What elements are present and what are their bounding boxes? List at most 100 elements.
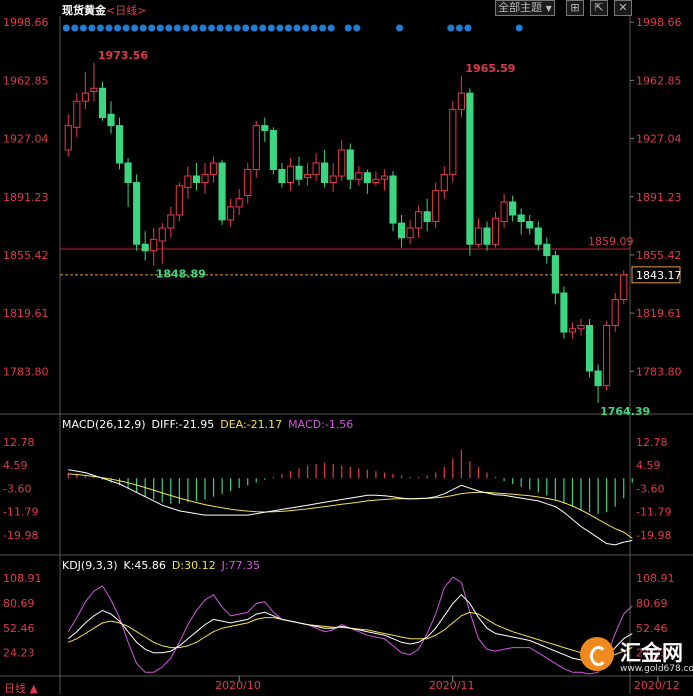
event-dot xyxy=(396,24,404,32)
macd-tick-left: -19.98 xyxy=(3,529,38,542)
candle-body xyxy=(227,206,235,221)
price-tick-left: 1998.66 xyxy=(3,16,49,29)
kdj-tick-left: 80.69 xyxy=(3,597,35,610)
event-dot xyxy=(276,24,284,32)
candle-body xyxy=(338,149,346,177)
candle-body xyxy=(543,243,551,257)
candle-body xyxy=(286,165,295,183)
event-dot xyxy=(464,24,472,32)
candle-body xyxy=(321,162,329,183)
candle-body xyxy=(491,217,500,245)
price-tick-right: 1819.61 xyxy=(636,307,682,320)
candle-body xyxy=(133,182,141,245)
event-dot xyxy=(71,24,79,32)
candle-body xyxy=(457,92,465,110)
event-dot xyxy=(139,24,147,32)
event-dot xyxy=(148,24,156,32)
high-annotation: 1973.56 xyxy=(98,49,148,62)
kdj-k-line xyxy=(67,593,633,664)
macd-tick-right: 4.59 xyxy=(636,459,661,472)
chart-header: 现货黄金<日线> 全部主题 ▼ ⊞ ⇱ ✕ xyxy=(0,0,693,17)
kdj-j-line xyxy=(67,576,633,675)
event-dot xyxy=(208,24,216,32)
candle-body xyxy=(346,149,354,180)
event-dot xyxy=(447,24,455,32)
kdj-tick-left: 108.91 xyxy=(3,572,42,585)
chevron-down-icon: ▼ xyxy=(545,4,552,13)
candle-body xyxy=(158,227,166,242)
timeframe-label[interactable]: <日线> xyxy=(106,4,146,17)
candle-body xyxy=(568,328,577,333)
export-icon[interactable]: ⇱ xyxy=(590,0,608,16)
close-icon[interactable]: ✕ xyxy=(614,0,632,16)
candle-body xyxy=(372,178,380,183)
event-dot xyxy=(455,24,463,32)
theme-dropdown[interactable]: 全部主题 ▼ xyxy=(495,0,555,16)
candle-body xyxy=(107,113,115,127)
macd-legend: MACD(26,12,9) DIFF:-21.95 DEA:-21.17 MACD:-… xyxy=(62,418,359,431)
event-dot xyxy=(114,24,122,32)
event-dot xyxy=(225,24,233,32)
kdj-tick-left: 52.46 xyxy=(3,622,35,635)
macd-tick-right: -19.98 xyxy=(636,529,671,542)
event-dot xyxy=(96,24,104,32)
time-tick-label: 2020/10 xyxy=(215,679,261,692)
price-tick-left: 1783.80 xyxy=(3,365,49,378)
candle-body xyxy=(278,169,286,183)
macd-tick-right: -11.79 xyxy=(636,506,671,519)
candle-body xyxy=(406,227,414,239)
candle-body xyxy=(449,108,457,175)
macd-tick-left: 4.59 xyxy=(3,459,28,472)
candle-body xyxy=(363,172,371,183)
event-dot xyxy=(182,24,190,32)
macd-title: MACD(26,12,9) xyxy=(62,418,146,431)
event-dot xyxy=(122,24,130,32)
event-dot xyxy=(131,24,139,32)
kdj-j: J:77.35 xyxy=(221,559,261,572)
chart-canvas: 1998.66 1998.66 1962.85 1962.85 1927.04 1927.… xyxy=(0,16,693,694)
price-tick-right: 1783.80 xyxy=(636,365,682,378)
candle-body xyxy=(500,201,508,222)
candle-body xyxy=(483,227,491,245)
candle-body xyxy=(167,214,175,229)
event-dot xyxy=(105,24,113,32)
event-dot xyxy=(250,24,258,32)
event-dot xyxy=(190,24,198,32)
macd-tick-right: 12.78 xyxy=(636,436,668,449)
macd-dea: DEA:-21.17 xyxy=(220,418,283,431)
logo-icon xyxy=(580,637,614,671)
logo-brand: 汇金网 xyxy=(620,641,683,665)
candle-body xyxy=(534,227,542,245)
support-line-label: 1859.09 xyxy=(588,235,634,248)
candle-body xyxy=(235,198,243,208)
kdj-k: K:45.86 xyxy=(123,559,166,572)
candle-body xyxy=(73,100,81,128)
brand-logo: 汇金网 www.gold678.com xyxy=(580,635,693,687)
macd-value: MACD:-1.56 xyxy=(288,418,354,431)
candle-body xyxy=(397,222,406,239)
crosshair-icon[interactable]: ⊞ xyxy=(566,0,584,16)
candle-body xyxy=(329,175,337,183)
candle-body xyxy=(577,325,585,330)
kdj-legend: KDJ(9,3,3) K:45.86 D:30.12 J:77.35 xyxy=(62,559,266,572)
event-dot xyxy=(515,24,523,32)
candle-body xyxy=(620,274,628,301)
price-tick-right: 1962.85 xyxy=(636,74,682,87)
candle-body xyxy=(244,169,252,196)
candle-body xyxy=(209,162,218,175)
logo-url: www.gold678.com xyxy=(620,664,693,674)
macd-diff: DIFF:-21.95 xyxy=(151,418,215,431)
candle-body xyxy=(509,201,517,216)
candle-body xyxy=(98,87,107,118)
event-dot xyxy=(165,24,173,32)
event-dot xyxy=(79,24,87,32)
candle-body xyxy=(355,172,363,180)
low-annotation: 1848.89 xyxy=(156,268,206,281)
candle-body xyxy=(269,130,277,170)
candle-body xyxy=(192,175,201,183)
candle-body xyxy=(560,292,568,333)
candle-body xyxy=(603,325,611,387)
event-dot xyxy=(156,24,164,32)
candle-body xyxy=(90,87,98,92)
candle-body xyxy=(261,125,269,131)
